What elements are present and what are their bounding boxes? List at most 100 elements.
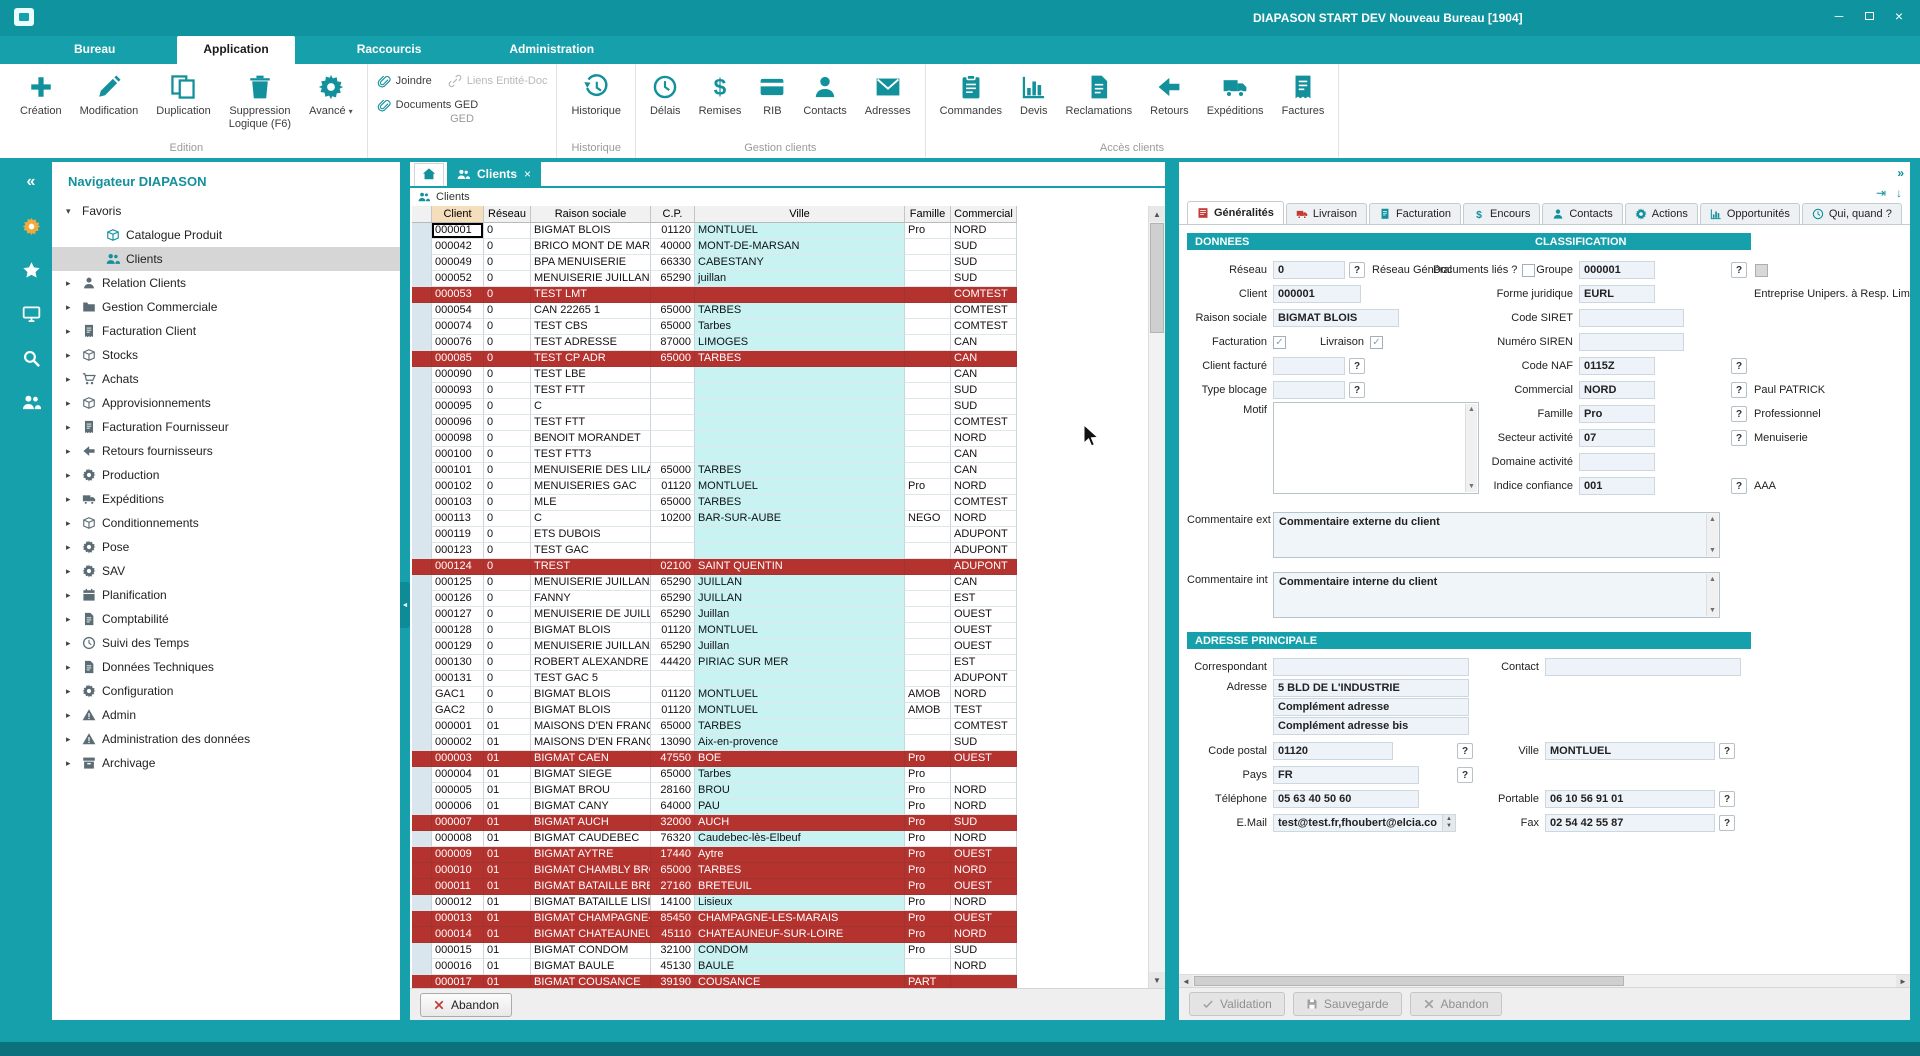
cell[interactable]: ADUPONT — [951, 559, 1017, 575]
ribbon-delais-button[interactable]: Délais — [641, 68, 690, 141]
validation-button[interactable]: Validation — [1189, 992, 1285, 1016]
cell[interactable]: 0 — [484, 527, 531, 543]
row-selector[interactable] — [412, 223, 432, 239]
cell[interactable]: NORD — [951, 831, 1017, 847]
forme-juridique-input[interactable]: EURL — [1579, 285, 1655, 303]
cell[interactable]: 000053 — [432, 287, 484, 303]
code-postal-input[interactable]: 01120 — [1273, 742, 1393, 760]
row-selector[interactable] — [412, 639, 432, 655]
cell[interactable]: BIGMAT CHATEAUNEUF — [531, 927, 651, 943]
sauvegarde-button[interactable]: Sauvegarde — [1293, 992, 1402, 1016]
row-selector[interactable] — [412, 543, 432, 559]
table-row[interactable]: 0000540CAN 22265 165000TARBESCOMTEST — [412, 303, 1017, 319]
cell[interactable] — [695, 447, 905, 463]
cell[interactable]: 01 — [484, 959, 531, 975]
cell[interactable]: Pro — [905, 831, 951, 847]
column-header-raison-sociale[interactable]: Raison sociale — [531, 206, 651, 223]
cell[interactable]: SUD — [951, 383, 1017, 399]
cell[interactable]: BIGMAT CAEN — [531, 751, 651, 767]
famille-help-button[interactable]: ? — [1731, 406, 1747, 422]
cell[interactable]: OUEST — [951, 911, 1017, 927]
cell[interactable]: 0 — [484, 479, 531, 495]
scroll-up-icon[interactable]: ▲ — [1149, 206, 1165, 222]
cell[interactable]: 32100 — [651, 943, 695, 959]
cell[interactable]: 01 — [484, 911, 531, 927]
cell[interactable]: 000131 — [432, 671, 484, 687]
table-row[interactable]: 00000901BIGMAT AYTRE17440AytreProOUEST — [412, 847, 1017, 863]
cell[interactable] — [951, 975, 1017, 988]
cell[interactable]: 01 — [484, 735, 531, 751]
row-selector[interactable] — [412, 607, 432, 623]
cell[interactable]: SAINT QUENTIN — [695, 559, 905, 575]
cell[interactable]: TARBES — [695, 863, 905, 879]
sidebar-item-planification[interactable]: ▸Planification — [52, 583, 400, 607]
adresse-line2-input[interactable]: Complément adresse — [1273, 698, 1469, 716]
cell[interactable]: BIGMAT CHAMPAGNE-LE — [531, 911, 651, 927]
table-row[interactable]: 00001101BIGMAT BATAILLE BRET27160BRETEUI… — [412, 879, 1017, 895]
cell[interactable]: AUCH — [695, 815, 905, 831]
cell[interactable]: 65000 — [651, 863, 695, 879]
row-selector[interactable] — [412, 623, 432, 639]
cell[interactable]: 65000 — [651, 767, 695, 783]
table-row[interactable]: 0001260FANNY65290JUILLANEST — [412, 591, 1017, 607]
scroll-thumb[interactable] — [1150, 223, 1164, 333]
sidebar-item-pose[interactable]: ▸Pose — [52, 535, 400, 559]
cell[interactable] — [695, 415, 905, 431]
type-blocage-help-button[interactable]: ? — [1349, 382, 1365, 398]
cell[interactable]: 000076 — [432, 335, 484, 351]
row-selector[interactable] — [412, 255, 432, 271]
cell[interactable] — [905, 255, 951, 271]
cell[interactable]: ETS DUBOIS — [531, 527, 651, 543]
ribbon-remises-button[interactable]: $Remises — [690, 68, 751, 141]
cell[interactable]: 0 — [484, 655, 531, 671]
ribbon-contacts-button[interactable]: Contacts — [794, 68, 855, 141]
cell[interactable]: 65290 — [651, 271, 695, 287]
column-header-reseau[interactable]: Réseau — [484, 206, 531, 223]
cell[interactable]: 000119 — [432, 527, 484, 543]
row-selector[interactable] — [412, 511, 432, 527]
cell[interactable]: BOE — [695, 751, 905, 767]
table-row[interactable]: 00000701BIGMAT AUCH32000AUCHProSUD — [412, 815, 1017, 831]
cell[interactable]: 0 — [484, 687, 531, 703]
table-row[interactable]: 0000530TEST LMTCOMTEST — [412, 287, 1017, 303]
commercial-input[interactable]: NORD — [1579, 381, 1655, 399]
row-selector[interactable] — [412, 671, 432, 687]
cell[interactable]: JUILLAN — [695, 575, 905, 591]
ribbon-rib-button[interactable]: RIB — [750, 68, 794, 141]
indice-confiance-input[interactable]: 001 — [1579, 477, 1655, 495]
cell[interactable] — [905, 719, 951, 735]
table-row[interactable]: 0000950CSUD — [412, 399, 1017, 415]
cell[interactable]: 0 — [484, 287, 531, 303]
cell[interactable] — [905, 623, 951, 639]
reseau-input[interactable]: 0 — [1273, 261, 1345, 279]
scroll-down-icon[interactable]: ▼ — [1149, 972, 1165, 988]
cell[interactable]: 000009 — [432, 847, 484, 863]
table-row[interactable]: 0001300ROBERT ALEXANDRE E44420PIRIAC SUR… — [412, 655, 1017, 671]
cell[interactable] — [695, 543, 905, 559]
cell[interactable]: 0 — [484, 591, 531, 607]
sidebar-item-favoris[interactable]: ▾Favoris — [52, 199, 400, 223]
cell[interactable]: COMTEST — [951, 303, 1017, 319]
cell[interactable]: 000052 — [432, 271, 484, 287]
cell[interactable]: 28160 — [651, 783, 695, 799]
tab-qui-quand[interactable]: Qui, quand ? — [1802, 203, 1902, 224]
cell[interactable]: BIGMAT SIEGE — [531, 767, 651, 783]
raison-sociale-input[interactable]: BIGMAT BLOIS — [1273, 309, 1399, 327]
tab-opportunites[interactable]: Opportunités — [1700, 203, 1800, 224]
cell[interactable]: TARBES — [695, 351, 905, 367]
sidebar-item-admin[interactable]: ▸Admin — [52, 703, 400, 727]
table-row[interactable]: 0000010BIGMAT BLOIS01120MONTLUELProNORD — [412, 223, 1017, 239]
table-row[interactable]: 00000801BIGMAT CAUDEBEC76320Caudebec-lès… — [412, 831, 1017, 847]
table-row[interactable]: 0000490BPA MENUISERIE66330CABESTANYSUD — [412, 255, 1017, 271]
cell[interactable] — [951, 767, 1017, 783]
ribbon-liens-entite-doc-button[interactable]: Liens Entité-Doc — [448, 74, 548, 88]
cell[interactable]: NORD — [951, 511, 1017, 527]
cell[interactable] — [905, 575, 951, 591]
cell[interactable] — [651, 287, 695, 303]
cell[interactable] — [651, 543, 695, 559]
cell[interactable]: ROBERT ALEXANDRE E — [531, 655, 651, 671]
cell[interactable]: 01 — [484, 719, 531, 735]
cell[interactable]: 02100 — [651, 559, 695, 575]
table-row[interactable]: 0000850TEST CP ADR65000TARBESCAN — [412, 351, 1017, 367]
table-row[interactable]: 0000980BENOIT MORANDETNORD — [412, 431, 1017, 447]
